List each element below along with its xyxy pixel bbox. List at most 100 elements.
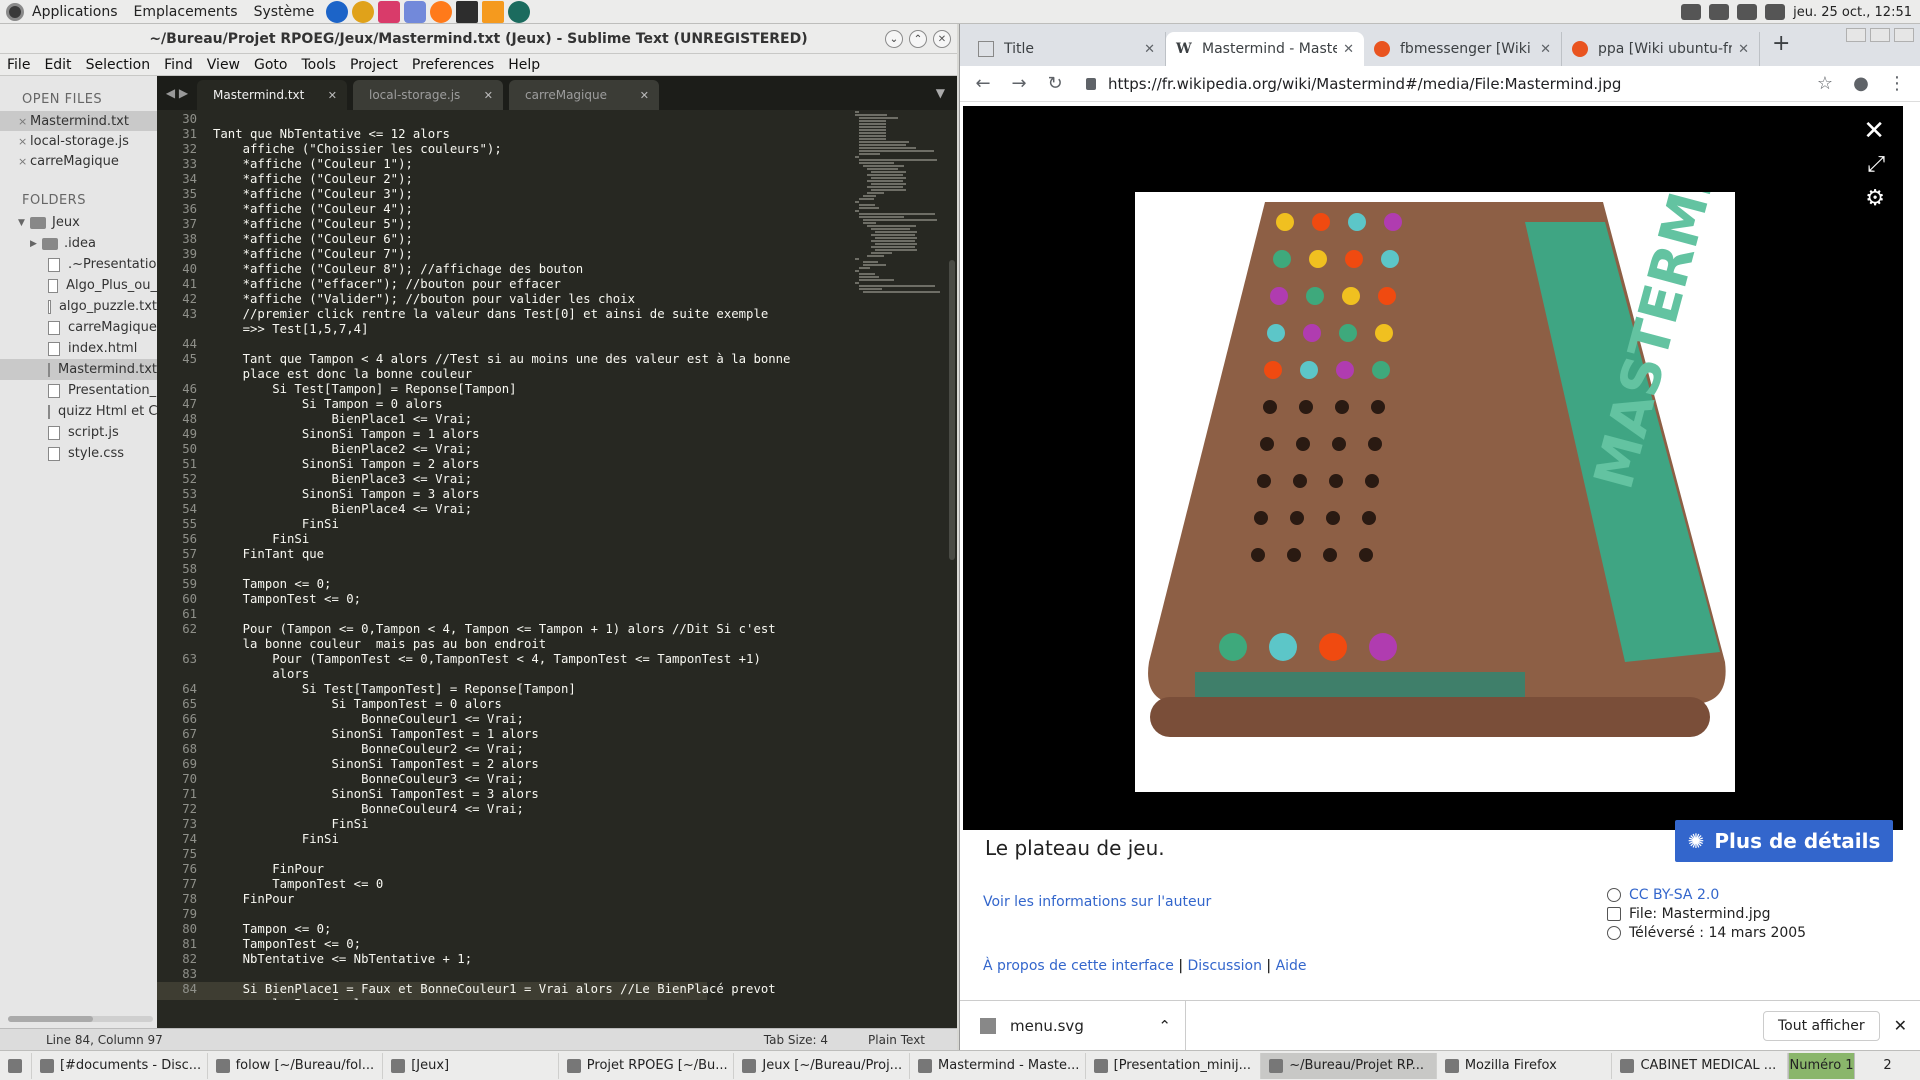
reload-icon[interactable]: ↻ — [1044, 73, 1066, 94]
close-button[interactable]: ✕ — [933, 30, 951, 48]
fullscreen-icon[interactable]: ⤢ — [1867, 152, 1885, 177]
user-icon[interactable] — [1765, 4, 1786, 20]
network-signal-icon[interactable] — [1737, 4, 1758, 20]
tree-item[interactable]: algo_puzzle.txt — [0, 296, 157, 317]
taskbar-item[interactable]: [Presentation_minij... — [1086, 1052, 1262, 1079]
tree-item[interactable]: quizz Html et C — [0, 401, 157, 422]
back-arrow-icon[interactable]: ← — [972, 73, 994, 94]
folder-root[interactable]: ▼ Jeux — [0, 212, 157, 233]
open-file-item[interactable]: × carreMagique — [0, 151, 157, 171]
sublime-launcher-icon[interactable] — [482, 0, 505, 23]
discussion-link[interactable]: Discussion — [1188, 958, 1262, 974]
menu-edit[interactable]: Edit — [37, 57, 78, 73]
tree-item[interactable]: style.css — [0, 443, 157, 464]
tab-nav-arrows-icon[interactable]: ◀ ▶ — [157, 86, 197, 100]
browser-tab[interactable]: fbmessenger [Wiki u ✕ — [1364, 32, 1562, 66]
help-link[interactable]: Aide — [1276, 958, 1307, 974]
collapsed-caret-icon[interactable]: ▶ — [30, 239, 42, 249]
close-shelf-icon[interactable]: ✕ — [1894, 1016, 1907, 1035]
tree-item[interactable]: ▶ .idea — [0, 233, 157, 254]
close-button[interactable] — [1894, 28, 1914, 42]
applications-menu[interactable]: Applications — [24, 4, 126, 20]
close-file-icon[interactable]: × — [18, 115, 30, 128]
clock[interactable]: jeu. 25 oct., 12:51 — [1793, 5, 1912, 20]
browser-tab-active[interactable]: W Mastermind - Maste ✕ — [1166, 32, 1364, 66]
terminal-launcher-icon[interactable] — [456, 0, 479, 23]
editor-scrollbar[interactable] — [949, 260, 955, 560]
tree-item[interactable]: Presentation_ — [0, 380, 157, 401]
expanded-caret-icon[interactable]: ▼ — [18, 218, 30, 228]
close-tab-icon[interactable]: ✕ — [1738, 42, 1749, 57]
tab-local-storage[interactable]: local-storage.js ✕ — [353, 80, 503, 110]
tab-list-dropdown-icon[interactable]: ▼ — [936, 86, 945, 100]
forward-arrow-icon[interactable]: → — [1008, 73, 1030, 94]
lock-icon[interactable] — [1086, 77, 1096, 90]
author-info-link[interactable]: Voir les informations sur l'auteur — [983, 894, 1211, 910]
taskbar-item[interactable]: folow [~/Bureau/fol... — [208, 1052, 384, 1079]
minimize-button[interactable]: ⌄ — [885, 30, 903, 48]
show-all-downloads-button[interactable]: Tout afficher — [1762, 1010, 1880, 1041]
taskbar-item[interactable]: CABINET MEDICAL ... — [1612, 1052, 1789, 1079]
gnome-logo-icon[interactable] — [6, 2, 24, 21]
chevron-up-icon[interactable]: ⌃ — [1158, 1017, 1171, 1035]
tab-mastermind[interactable]: Mastermind.txt ✕ — [197, 80, 347, 110]
chromium-launcher-icon[interactable] — [326, 0, 349, 23]
browser-tab[interactable]: Title ✕ — [968, 32, 1166, 66]
license-link[interactable]: CC BY-SA 2.0 — [1629, 887, 1719, 903]
menu-goto[interactable]: Goto — [247, 57, 294, 73]
menu-dots-icon[interactable]: ⋮ — [1886, 73, 1908, 94]
tab-size-selector[interactable]: Tab Size: 4 — [764, 1033, 828, 1047]
discord-tray-icon[interactable] — [1681, 4, 1702, 20]
taskbar-item[interactable]: Mozilla Firefox — [1437, 1052, 1613, 1079]
browser-tab[interactable]: ppa [Wiki ubuntu-fr] ✕ — [1562, 32, 1760, 66]
menu-help[interactable]: Help — [501, 57, 547, 73]
taskbar-item[interactable]: Jeux [~/Bureau/Proj... — [734, 1052, 911, 1079]
tree-item[interactable]: carreMagique — [0, 317, 157, 338]
about-interface-link[interactable]: À propos de cette interface — [983, 958, 1174, 974]
workspace-2[interactable]: 2 — [1854, 1052, 1920, 1079]
taskbar-item[interactable]: [#documents - Disc... — [32, 1052, 208, 1079]
close-tab-icon[interactable]: ✕ — [1540, 42, 1551, 57]
tree-item[interactable]: script.js — [0, 422, 157, 443]
menu-tools[interactable]: Tools — [294, 57, 343, 73]
firefox-launcher-icon[interactable] — [430, 0, 453, 23]
menu-selection[interactable]: Selection — [79, 57, 158, 73]
menu-view[interactable]: View — [200, 57, 247, 73]
menu-file[interactable]: File — [0, 57, 37, 73]
places-menu[interactable]: Emplacements — [126, 4, 246, 20]
gitkraken-launcher-icon[interactable] — [508, 0, 531, 23]
minimize-button[interactable] — [1846, 28, 1866, 42]
menu-project[interactable]: Project — [343, 57, 405, 73]
jetbrains-launcher-icon[interactable] — [378, 0, 401, 23]
tree-item[interactable]: .~Presentatio — [0, 254, 157, 275]
system-menu[interactable]: Système — [246, 4, 323, 20]
close-tab-icon[interactable]: ✕ — [328, 89, 337, 102]
close-file-icon[interactable]: × — [18, 135, 30, 148]
taskbar-item[interactable]: Mastermind - Maste... — [910, 1052, 1086, 1079]
syntax-selector[interactable]: Plain Text — [868, 1033, 925, 1047]
maximize-button[interactable]: ⌃ — [909, 30, 927, 48]
sublime-titlebar[interactable]: ~/Bureau/Projet RPOEG/Jeux/Mastermind.tx… — [0, 24, 957, 54]
discord-launcher-icon[interactable] — [404, 0, 427, 23]
sidebar-scrollbar[interactable] — [8, 1016, 153, 1022]
volume-icon[interactable] — [1709, 4, 1730, 20]
taskbar-item[interactable]: [Jeux] — [383, 1052, 559, 1079]
minimap[interactable] — [855, 110, 945, 380]
menu-find[interactable]: Find — [157, 57, 200, 73]
maximize-button[interactable] — [1870, 28, 1890, 42]
new-tab-button[interactable]: + — [1760, 31, 1802, 60]
open-file-item[interactable]: × local-storage.js — [0, 131, 157, 151]
chrome-launcher-icon[interactable] — [352, 0, 375, 23]
tree-item[interactable]: Algo_Plus_ou_ — [0, 275, 157, 296]
settings-gear-icon[interactable]: ⚙ — [1865, 186, 1885, 211]
profile-icon[interactable]: ● — [1850, 73, 1872, 94]
close-tab-icon[interactable]: ✕ — [1144, 42, 1155, 57]
show-desktop-button[interactable] — [0, 1052, 32, 1079]
tab-carre-magique[interactable]: carreMagique ✕ — [509, 80, 659, 110]
taskbar-item[interactable]: Projet RPOEG [~/Bu... — [559, 1052, 735, 1079]
open-file-item[interactable]: × Mastermind.txt — [0, 111, 157, 131]
close-viewer-icon[interactable]: ✕ — [1863, 116, 1885, 146]
tree-item[interactable]: index.html — [0, 338, 157, 359]
more-details-button[interactable]: ✺ Plus de détails — [1675, 820, 1893, 862]
workspace-1[interactable]: Numéro 1 — [1788, 1052, 1855, 1079]
